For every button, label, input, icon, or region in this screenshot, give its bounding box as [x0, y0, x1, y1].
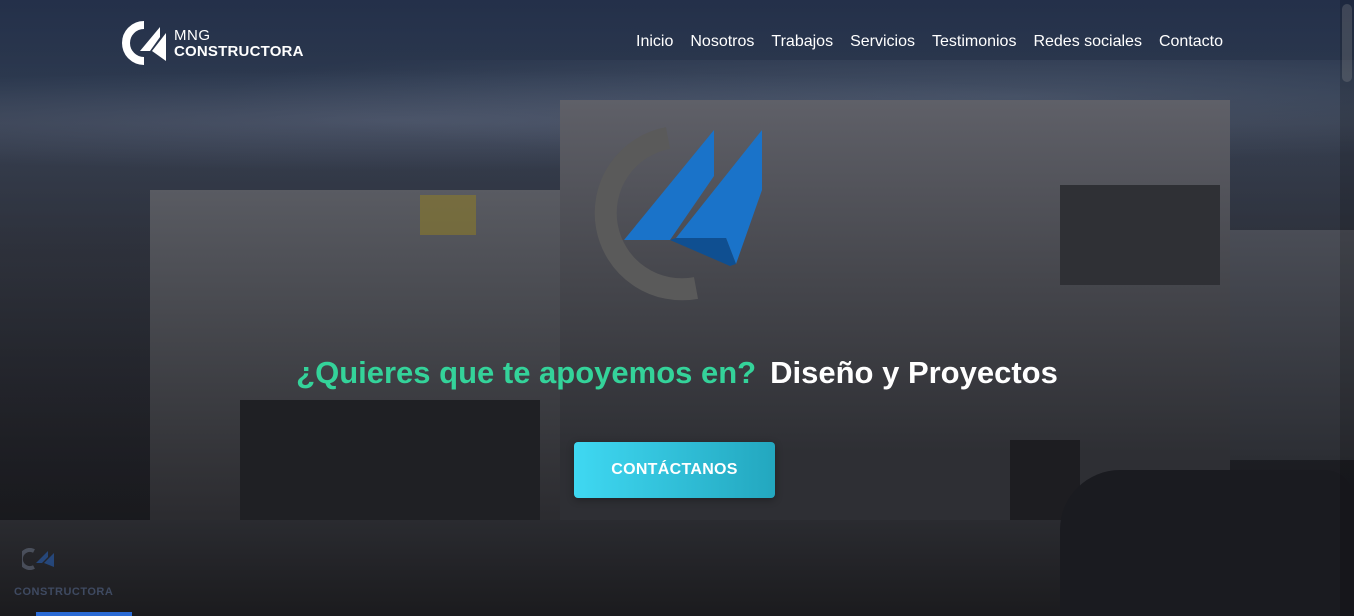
background-sign [420, 195, 476, 235]
brand-name-line2: CONSTRUCTORA [174, 42, 304, 60]
nav-item-redes-sociales[interactable]: Redes sociales [1033, 33, 1142, 51]
watermark-logo-icon [22, 548, 54, 570]
background-window [1060, 185, 1220, 285]
scrollbar-thumb[interactable] [1342, 4, 1352, 82]
brand-logo-link[interactable]: MNG CONSTRUCTORA [122, 21, 304, 65]
nav-item-nosotros[interactable]: Nosotros [690, 33, 754, 51]
headline-rotating-text: Diseño y Proyectos [770, 355, 1058, 390]
contact-us-button[interactable]: CONTÁCTANOS [574, 442, 775, 498]
nav-item-testimonios[interactable]: Testimonios [932, 33, 1016, 51]
site-header: MNG CONSTRUCTORA Inicio Nosotros Trabajo… [0, 0, 1354, 86]
background-neighbor-house [1230, 230, 1354, 460]
nav-item-trabajos[interactable]: Trabajos [771, 33, 833, 51]
brand-text: MNG CONSTRUCTORA [174, 28, 304, 59]
hero-headline: ¿Quieres que te apoyemos en? Diseño y Pro… [0, 355, 1354, 391]
mng-hero-logo-icon [594, 127, 762, 301]
headline-lead: ¿Quieres que te apoyemos en? [296, 355, 757, 390]
mng-logo-icon [122, 21, 166, 65]
watermark-text: CONSTRUCTORA [14, 586, 114, 598]
main-nav: Inicio Nosotros Trabajos Servicios Testi… [636, 33, 1223, 51]
background-car [1060, 470, 1354, 616]
background-garage [240, 400, 540, 530]
nav-item-servicios[interactable]: Servicios [850, 33, 915, 51]
nav-item-inicio[interactable]: Inicio [636, 33, 673, 51]
scrollbar[interactable] [1340, 0, 1354, 616]
accent-bar [36, 612, 132, 616]
brand-name-line1: MNG [174, 26, 211, 44]
hero-section: CONSTRUCTORA MNG CONSTRUCTORA Inicio Nos… [0, 0, 1354, 616]
nav-item-contacto[interactable]: Contacto [1159, 33, 1223, 51]
